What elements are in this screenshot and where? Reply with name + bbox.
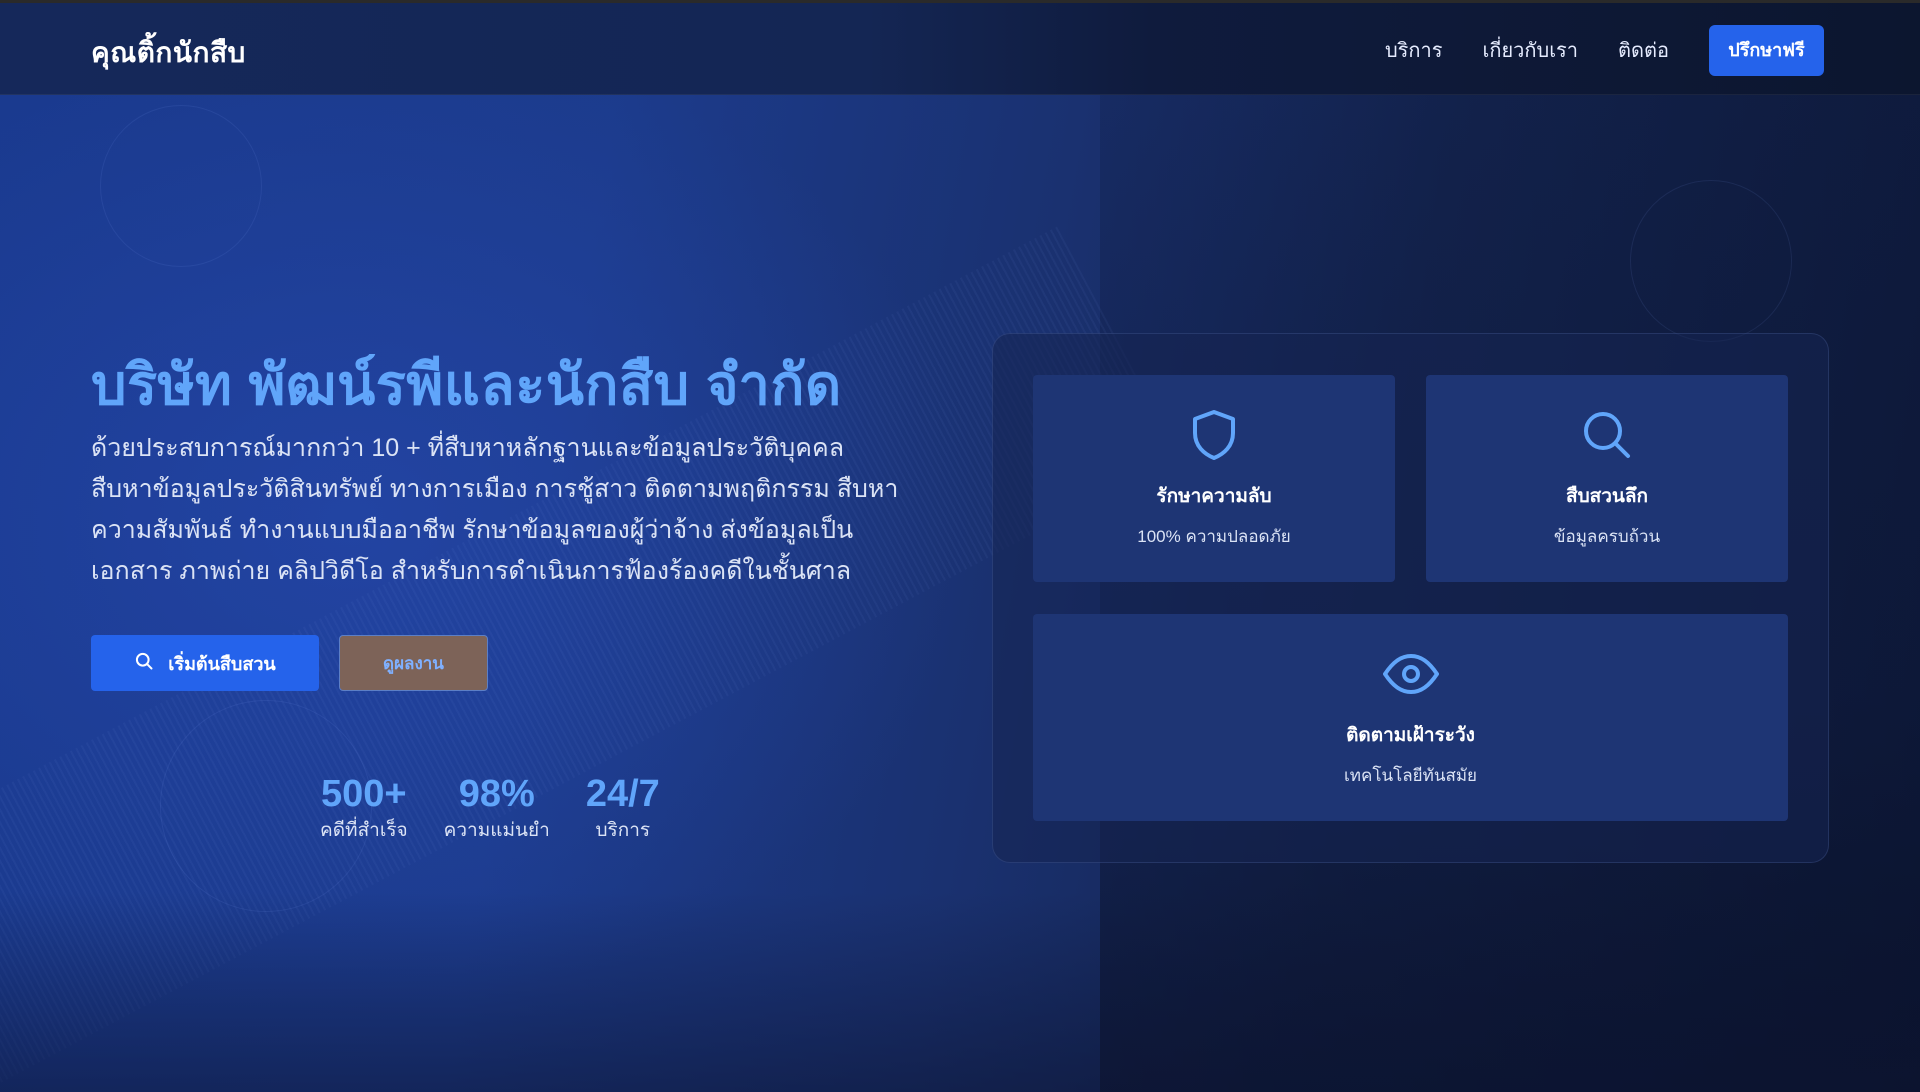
feature-subtitle: ข้อมูลครบถ้วน [1553,527,1661,546]
eye-icon [1382,646,1439,702]
site-logo[interactable]: คุณติ้กนักสืบ [91,31,246,75]
stat-label: คดีที่สำเร็จ [320,820,408,841]
stat-cases: 500+ คดีที่สำเร็จ [320,772,408,846]
shield-icon [1186,407,1242,463]
stat-value: 98% [458,773,535,815]
page: คุณติ้กนักสืบ บริการ เกี่ยวกับเรา ติดต่อ… [0,0,1920,1092]
stat-label: บริการ [595,820,651,841]
stat-value: 500+ [321,773,407,815]
decorative-circle [1630,180,1792,342]
feature-title: สืบสวนลึก [1565,486,1649,507]
view-portfolio-label: ดูผลงาน [383,653,444,673]
stat-accuracy: 98% ความแม่นยำ [444,772,550,846]
view-portfolio-button[interactable]: ดูผลงาน [339,635,488,691]
start-investigation-button[interactable]: เริ่มต้นสืบสวน [91,635,319,691]
nav-link-services[interactable]: บริการ [1385,26,1443,76]
stat-service: 24/7 บริการ [586,772,660,846]
start-investigation-label: เริ่มต้นสืบสวน [168,653,276,674]
feature-subtitle: 100% ความปลอดภัย [1137,527,1291,546]
nav-link-about[interactable]: เกี่ยวกับเรา [1483,26,1579,76]
feature-subtitle: เทคโนโลยีทันสมัย [1343,766,1478,785]
feature-card-investigation: สืบสวนลึก ข้อมูลครบถ้วน [1426,375,1788,582]
hero-description: ด้วยประสบการณ์มากกว่า 10 + ที่สืบหาหลักฐ… [91,434,899,585]
top-navigation-bar: คุณติ้กนักสืบ บริการ เกี่ยวกับเรา ติดต่อ… [0,0,1920,95]
decorative-circle [100,105,262,267]
feature-title: ติดตามเฝ้าระวัง [1346,725,1475,746]
feature-card-confidentiality: รักษาความลับ 100% ความปลอดภัย [1033,375,1395,582]
hero-title: บริษัท พัฒน์รพีและนักสืบ จำกัด [91,353,842,416]
stat-label: ความแม่นยำ [443,820,550,841]
features-panel: รักษาความลับ 100% ความปลอดภัย สืบสวนลึก … [992,333,1829,863]
main-nav: บริการ เกี่ยวกับเรา ติดต่อ ปรึกษาฟรี [1385,25,1824,76]
background-bottom-shade [0,892,1920,1092]
search-icon [134,651,154,675]
feature-card-surveillance: ติดตามเฝ้าระวัง เทคโนโลยีทันสมัย [1033,614,1788,821]
stats-row: 500+ คดีที่สำเร็จ 98% ความแม่นยำ 24/7 บร… [320,772,696,846]
stat-value: 24/7 [585,773,660,815]
feature-title: รักษาความลับ [1156,486,1272,507]
free-consult-button[interactable]: ปรึกษาฟรี [1709,25,1824,76]
search-icon [1579,407,1635,463]
nav-link-contact[interactable]: ติดต่อ [1618,26,1669,76]
